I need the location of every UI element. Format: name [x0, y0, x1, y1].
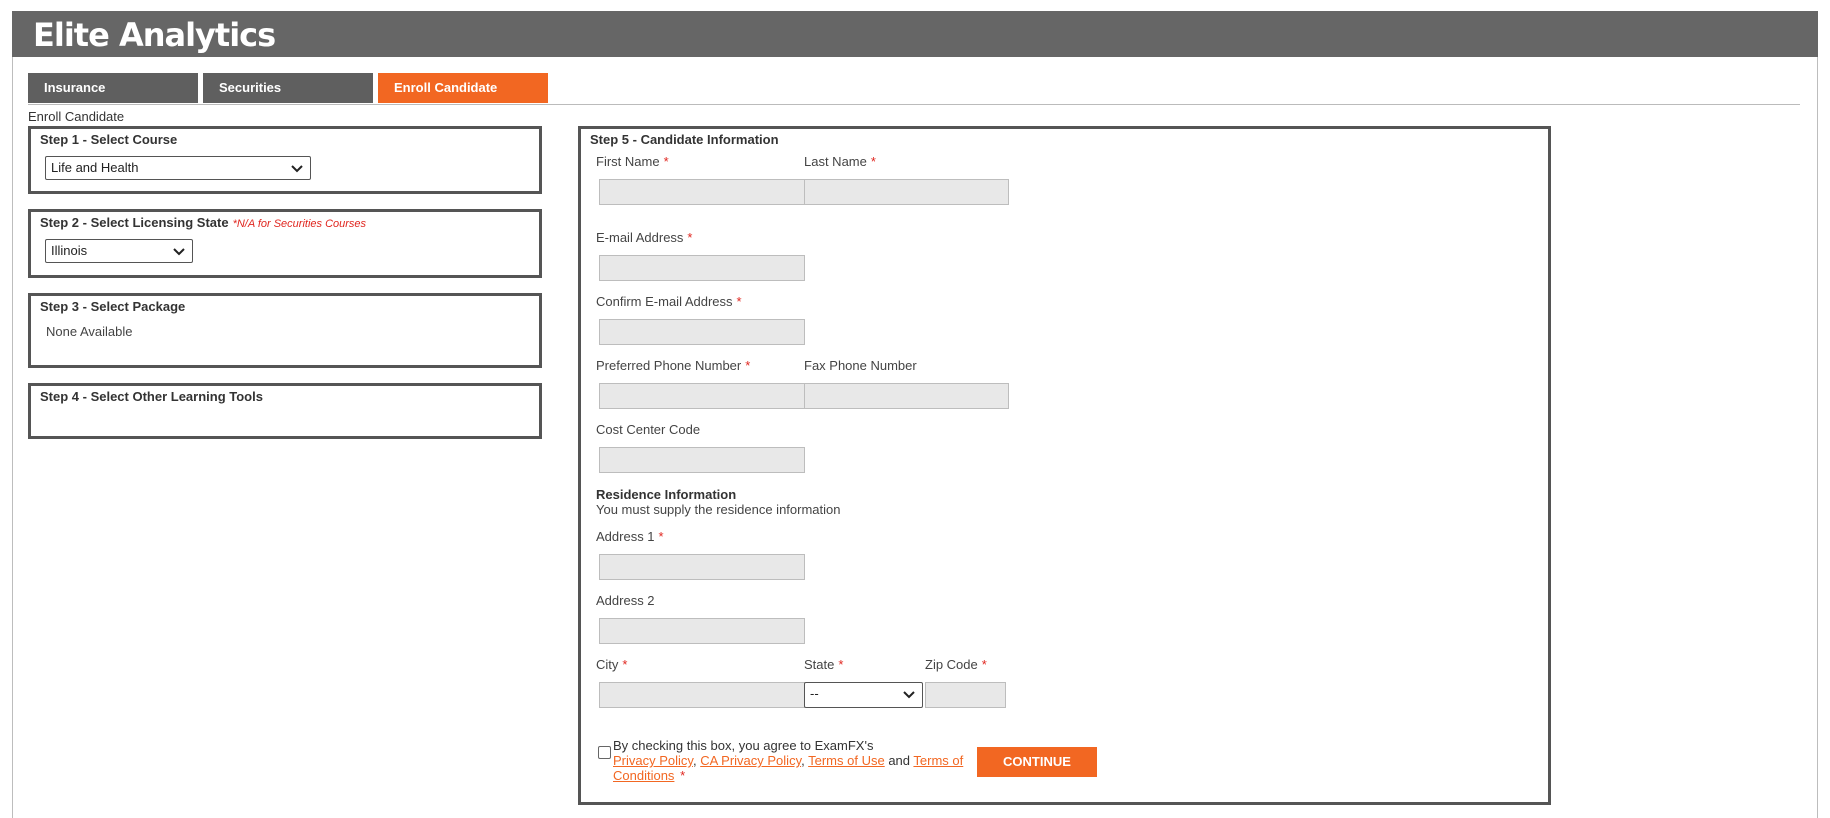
cost-center-label: Cost Center Code	[596, 422, 701, 437]
last-name-label: Last Name *	[804, 154, 876, 169]
terms-of-use-link[interactable]: Terms of Use	[808, 753, 885, 768]
required-mark: *	[736, 294, 742, 309]
phone-label-text: Preferred Phone Number	[596, 358, 742, 373]
confirm-email-label-text: Confirm E-mail Address	[596, 294, 733, 309]
email-input[interactable]	[599, 255, 805, 281]
step2-title-text: Step 2 - Select Licensing State	[40, 215, 229, 230]
privacy-policy-link[interactable]: Privacy Policy	[613, 753, 693, 768]
consent-prefix: By checking this box, you agree to ExamF…	[613, 738, 874, 753]
zip-label-text: Zip Code	[925, 657, 978, 672]
address2-label: Address 2	[596, 593, 655, 608]
city-input[interactable]	[599, 682, 805, 708]
required-mark: *	[658, 529, 664, 544]
chevron-down-icon	[173, 248, 185, 256]
tab-securities[interactable]: Securities	[203, 73, 373, 103]
confirm-email-input[interactable]	[599, 319, 805, 345]
licensing-state-value: Illinois	[51, 243, 88, 258]
consent-text: By checking this box, you agree to ExamF…	[613, 738, 983, 783]
consent-checkbox[interactable]	[598, 746, 611, 759]
app-title: Elite Analytics	[33, 16, 276, 54]
state-label: State *	[804, 657, 843, 672]
course-select-value: Life and Health	[51, 160, 139, 175]
state-select-value: --	[810, 686, 819, 701]
tab-enroll-candidate[interactable]: Enroll Candidate	[378, 73, 548, 103]
step4-title: Step 4 - Select Other Learning Tools	[40, 389, 263, 404]
consent-and: and	[888, 753, 911, 768]
package-none-text: None Available	[46, 324, 133, 339]
step1-title: Step 1 - Select Course	[40, 132, 178, 147]
tab-divider	[28, 104, 1800, 105]
email-label: E-mail Address *	[596, 230, 692, 245]
step3-title: Step 3 - Select Package	[40, 299, 186, 314]
required-mark: *	[680, 768, 686, 783]
last-name-label-text: Last Name	[804, 154, 867, 169]
city-label: City *	[596, 657, 627, 672]
required-mark: *	[745, 358, 751, 373]
licensing-state-select[interactable]: Illinois	[45, 239, 193, 263]
step3-panel: Step 3 - Select Package None Available	[28, 293, 542, 368]
residence-subtext: You must supply the residence informatio…	[596, 502, 841, 517]
required-mark: *	[622, 657, 628, 672]
phone-input[interactable]	[599, 383, 805, 409]
continue-button[interactable]: CONTINUE	[977, 747, 1097, 777]
required-mark: *	[870, 154, 876, 169]
step2-title: Step 2 - Select Licensing State *N/A for …	[40, 215, 366, 230]
chevron-down-icon	[903, 691, 915, 699]
state-select[interactable]: --	[804, 682, 923, 708]
first-name-label: First Name *	[596, 154, 669, 169]
residence-heading: Residence Information	[596, 487, 737, 502]
ca-privacy-policy-link[interactable]: CA Privacy Policy	[700, 753, 801, 768]
state-label-text: State	[804, 657, 835, 672]
phone-label: Preferred Phone Number *	[596, 358, 750, 373]
email-label-text: E-mail Address	[596, 230, 684, 245]
app-header: Elite Analytics	[12, 11, 1818, 57]
consent-sep: ,	[801, 753, 805, 768]
city-label-text: City	[596, 657, 619, 672]
zip-label: Zip Code *	[925, 657, 987, 672]
course-select[interactable]: Life and Health	[45, 156, 311, 180]
chevron-down-icon	[291, 165, 303, 173]
page-heading: Enroll Candidate	[28, 109, 125, 124]
required-mark: *	[687, 230, 693, 245]
consent-sep: ,	[692, 753, 697, 768]
required-mark: *	[981, 657, 987, 672]
step1-panel: Step 1 - Select Course Life and Health	[28, 126, 542, 194]
confirm-email-label: Confirm E-mail Address *	[596, 294, 742, 309]
tab-insurance[interactable]: Insurance	[28, 73, 198, 103]
step2-note: *N/A for Securities Courses	[232, 218, 367, 230]
first-name-label-text: First Name	[596, 154, 660, 169]
required-mark: *	[838, 657, 844, 672]
step5-title: Step 5 - Candidate Information	[590, 132, 779, 147]
address1-input[interactable]	[599, 554, 805, 580]
first-name-input[interactable]	[599, 179, 805, 205]
address1-label-text: Address 1	[596, 529, 655, 544]
step5-panel: Step 5 - Candidate Information First Nam…	[578, 126, 1551, 805]
zip-input[interactable]	[925, 682, 1006, 708]
required-mark: *	[663, 154, 669, 169]
cost-center-input[interactable]	[599, 447, 805, 473]
address2-input[interactable]	[599, 618, 805, 644]
fax-input[interactable]	[804, 383, 1009, 409]
address1-label: Address 1 *	[596, 529, 664, 544]
step4-panel: Step 4 - Select Other Learning Tools	[28, 383, 542, 439]
last-name-input[interactable]	[804, 179, 1009, 205]
fax-label: Fax Phone Number	[804, 358, 917, 373]
step2-panel: Step 2 - Select Licensing State *N/A for …	[28, 209, 542, 278]
